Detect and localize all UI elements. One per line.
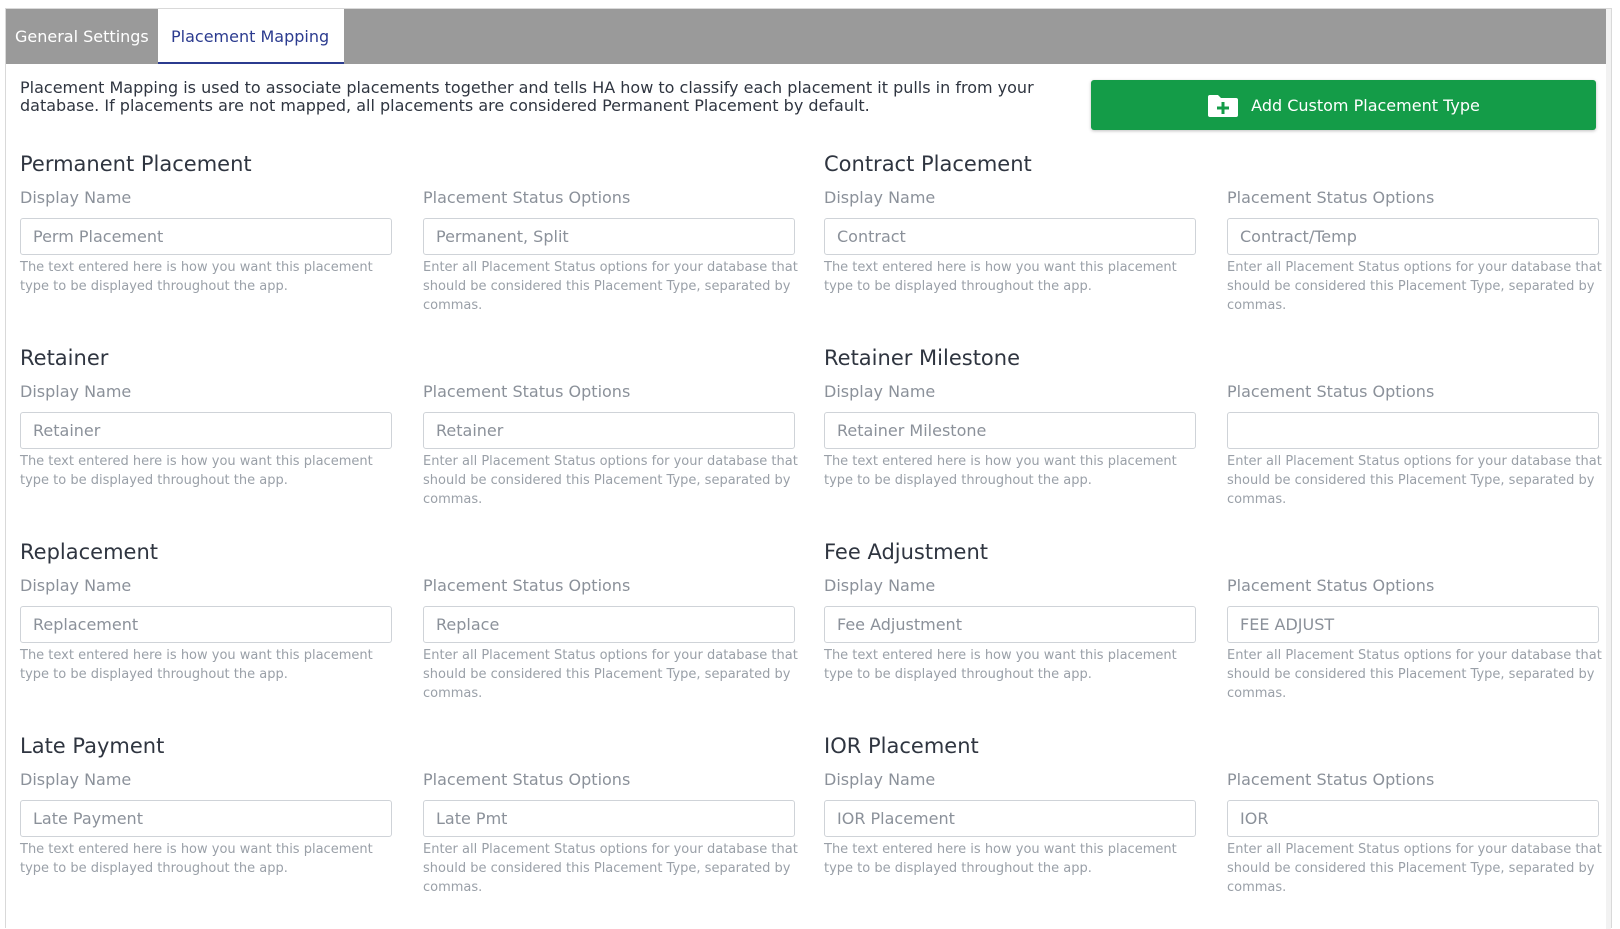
retainer-title: Retainer (20, 346, 109, 370)
contract-placement-status-options-label: Placement Status Options (1227, 188, 1435, 207)
fee-adjustment-status-options-input[interactable] (1227, 606, 1599, 643)
ior-placement-title: IOR Placement (824, 734, 979, 758)
retainer-milestone-status-options-help: Enter all Placement Status options for y… (1227, 454, 1602, 507)
retainer-display-name-label: Display Name (20, 382, 132, 401)
permanent-placement-display-name-label: Display Name (20, 188, 132, 207)
retainer-milestone-display-name-label: Display Name (824, 382, 936, 401)
ior-placement-status-options-help: Enter all Placement Status options for y… (1227, 842, 1602, 895)
contract-placement-display-name-label: Display Name (824, 188, 936, 207)
ior-placement-display-name-label: Display Name (824, 770, 936, 789)
contract-placement-display-name-help: The text entered here is how you want th… (824, 260, 1177, 294)
retainer-milestone-status-options-input[interactable] (1227, 412, 1599, 449)
contract-placement-status-options-help: Enter all Placement Status options for y… (1227, 260, 1602, 313)
permanent-placement-title: Permanent Placement (20, 152, 252, 176)
tab-general-settings[interactable]: General Settings (6, 9, 158, 64)
retainer-status-options-label: Placement Status Options (423, 382, 631, 401)
fee-adjustment-title: Fee Adjustment (824, 540, 989, 564)
retainer-milestone-status-options-label: Placement Status Options (1227, 382, 1435, 401)
add-button-label: Add Custom Placement Type (1251, 95, 1480, 115)
folder-plus-icon (1207, 94, 1239, 117)
late-payment-status-options-help: Enter all Placement Status options for y… (423, 842, 798, 895)
contract-placement-display-name-input[interactable] (824, 218, 1196, 255)
retainer-display-name-help: The text entered here is how you want th… (20, 454, 373, 488)
contract-placement-title: Contract Placement (824, 152, 1032, 176)
late-payment-status-options-label: Placement Status Options (423, 770, 631, 789)
tab-placement-mapping[interactable]: Placement Mapping (158, 9, 344, 64)
replacement-display-name-label: Display Name (20, 576, 132, 595)
permanent-placement-status-options-label: Placement Status Options (423, 188, 631, 207)
replacement-status-options-label: Placement Status Options (423, 576, 631, 595)
late-payment-display-name-label: Display Name (20, 770, 132, 789)
replacement-display-name-help: The text entered here is how you want th… (20, 648, 373, 682)
late-payment-status-options-input[interactable] (423, 800, 795, 837)
scrollbar[interactable] (1606, 9, 1611, 929)
retainer-milestone-display-name-input[interactable] (824, 412, 1196, 449)
ior-placement-status-options-label: Placement Status Options (1227, 770, 1435, 789)
retainer-display-name-input[interactable] (20, 412, 392, 449)
fee-adjustment-status-options-label: Placement Status Options (1227, 576, 1435, 595)
settings-panel: General Settings Placement Mapping Place… (5, 8, 1612, 929)
tab-bar: General Settings Placement Mapping (6, 9, 1611, 64)
permanent-placement-display-name-help: The text entered here is how you want th… (20, 260, 373, 294)
replacement-title: Replacement (20, 540, 158, 564)
retainer-milestone-display-name-help: The text entered here is how you want th… (824, 454, 1177, 488)
retainer-status-options-input[interactable] (423, 412, 795, 449)
retainer-status-options-help: Enter all Placement Status options for y… (423, 454, 798, 507)
late-payment-display-name-help: The text entered here is how you want th… (20, 842, 373, 876)
replacement-display-name-input[interactable] (20, 606, 392, 643)
permanent-placement-status-options-help: Enter all Placement Status options for y… (423, 260, 798, 313)
late-payment-title: Late Payment (20, 734, 165, 758)
late-payment-display-name-input[interactable] (20, 800, 392, 837)
replacement-status-options-input[interactable] (423, 606, 795, 643)
ior-placement-display-name-help: The text entered here is how you want th… (824, 842, 1177, 876)
fee-adjustment-display-name-help: The text entered here is how you want th… (824, 648, 1177, 682)
contract-placement-status-options-input[interactable] (1227, 218, 1599, 255)
fee-adjustment-display-name-input[interactable] (824, 606, 1196, 643)
intro-text: Placement Mapping is used to associate p… (20, 78, 1034, 115)
retainer-milestone-title: Retainer Milestone (824, 346, 1021, 370)
permanent-placement-display-name-input[interactable] (20, 218, 392, 255)
permanent-placement-status-options-input[interactable] (423, 218, 795, 255)
add-custom-placement-type-button[interactable]: Add Custom Placement Type (1091, 80, 1596, 130)
ior-placement-display-name-input[interactable] (824, 800, 1196, 837)
fee-adjustment-status-options-help: Enter all Placement Status options for y… (1227, 648, 1602, 701)
replacement-status-options-help: Enter all Placement Status options for y… (423, 648, 798, 701)
ior-placement-status-options-input[interactable] (1227, 800, 1599, 837)
fee-adjustment-display-name-label: Display Name (824, 576, 936, 595)
